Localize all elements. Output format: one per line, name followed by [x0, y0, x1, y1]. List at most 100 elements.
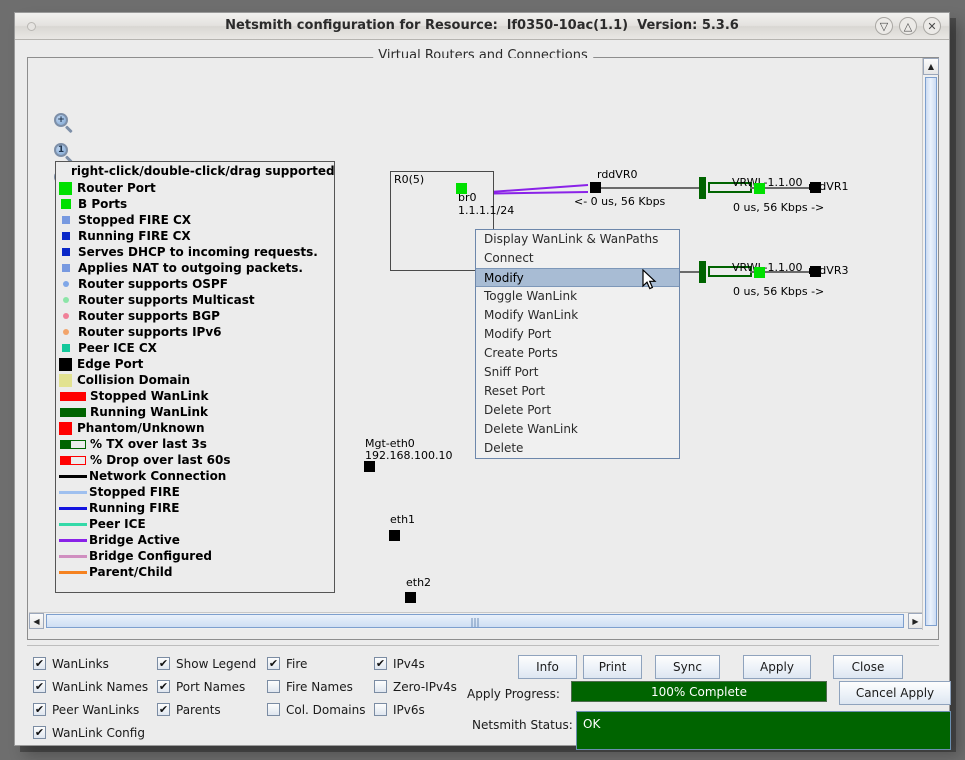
- checkbox-row[interactable]: ✔ Fire: [267, 652, 366, 675]
- cancel-apply-button[interactable]: Cancel Apply: [839, 681, 951, 705]
- context-menu-item[interactable]: Delete WanLink: [476, 420, 679, 439]
- checkbox-row[interactable]: ✔ Show Legend: [157, 652, 256, 675]
- legend-item: Network Connection: [56, 468, 334, 484]
- close-icon[interactable]: ✕: [923, 17, 941, 35]
- legend-item: Running FIRE CX: [56, 228, 334, 244]
- router-label: R0(5): [394, 173, 425, 186]
- canvas-vscrollbar[interactable]: ▲: [922, 58, 939, 630]
- checkbox-row[interactable]: ✔ Parents: [157, 698, 256, 721]
- mgt-eth0-ip-label: 192.168.100.10: [365, 449, 453, 462]
- eth2-port[interactable]: [405, 592, 416, 603]
- checkbox-fire-names[interactable]: [267, 680, 280, 693]
- legend-swatch: [61, 199, 71, 209]
- checkbox-zero-ipv4s[interactable]: [374, 680, 387, 693]
- checkbox-port-names[interactable]: ✔: [157, 680, 170, 693]
- rddvr0-port[interactable]: [590, 182, 601, 193]
- br0-port[interactable]: [456, 183, 467, 194]
- checkbox-label: WanLink Names: [52, 679, 149, 694]
- zoom-actual-icon[interactable]: 1: [54, 143, 74, 164]
- legend-item-label: Bridge Configured: [89, 549, 212, 563]
- apply-button[interactable]: Apply: [743, 655, 811, 679]
- legend-swatch: [63, 313, 69, 319]
- checkbox-wanlink-config[interactable]: ✔: [33, 726, 46, 739]
- legend-swatch: [62, 344, 70, 352]
- canvas-hscrollbar[interactable]: ◀ ▶: [29, 612, 922, 629]
- legend-item: Applies NAT to outgoing packets.: [56, 260, 334, 276]
- checkbox-row[interactable]: Col. Domains: [267, 698, 366, 721]
- netsmith-status-value: OK: [583, 717, 601, 731]
- legend-swatch: [63, 281, 69, 287]
- legend-item-label: Router supports Multicast: [78, 293, 255, 307]
- context-menu-item[interactable]: Sniff Port: [476, 363, 679, 382]
- checkbox-fire[interactable]: ✔: [267, 657, 280, 670]
- checkbox-ipv6s[interactable]: [374, 703, 387, 716]
- checkbox-row[interactable]: IPv6s: [374, 698, 457, 721]
- legend-item-label: B Ports: [78, 197, 128, 211]
- checkbox-row[interactable]: ✔ WanLink Names: [33, 675, 148, 698]
- network-canvas[interactable]: + 1 − R0(5) br0 1.1.1.1/24: [28, 58, 922, 630]
- maximize-icon[interactable]: △: [899, 17, 917, 35]
- vscroll-up-arrow[interactable]: ▲: [923, 58, 939, 75]
- wanlink-bottom-green-port[interactable]: [754, 267, 765, 278]
- legend-item: Collision Domain: [56, 372, 334, 388]
- context-menu-item[interactable]: Create Ports: [476, 344, 679, 363]
- zoom-in-icon[interactable]: +: [54, 113, 74, 134]
- minimize-icon[interactable]: ▽: [875, 17, 893, 35]
- wanlink-top-green-port[interactable]: [754, 183, 765, 194]
- legend-item-label: Parent/Child: [89, 565, 173, 579]
- hscroll-thumb[interactable]: [46, 614, 904, 628]
- checkbox-row[interactable]: ✔ WanLink Config: [33, 721, 148, 744]
- print-button[interactable]: Print: [583, 655, 642, 679]
- checkbox-ipv4s[interactable]: ✔: [374, 657, 387, 670]
- legend-item-label: Phantom/Unknown: [77, 421, 205, 435]
- legend-item-label: Stopped WanLink: [90, 389, 209, 403]
- wanlink-bar-top[interactable]: [699, 177, 706, 199]
- legend-header-label: right-click/double-click/drag supported: [71, 164, 335, 178]
- checkbox-label: IPv4s: [393, 656, 425, 671]
- context-menu-item[interactable]: Display WanLink & WanPaths: [476, 230, 679, 249]
- context-menu-item[interactable]: Delete: [476, 439, 679, 458]
- context-menu-item[interactable]: Delete Port: [476, 401, 679, 420]
- context-menu-item[interactable]: Reset Port: [476, 382, 679, 401]
- context-menu-item[interactable]: Modify Port: [476, 325, 679, 344]
- wanlink-bar-bottom[interactable]: [699, 261, 706, 283]
- checkbox-row[interactable]: Zero-IPv4s: [374, 675, 457, 698]
- legend-item: Bridge Active: [56, 532, 334, 548]
- checkbox-wanlinks[interactable]: ✔: [33, 657, 46, 670]
- checkbox-col-domains[interactable]: [267, 703, 280, 716]
- legend-item-label: Running WanLink: [90, 405, 209, 419]
- legend-item: B Ports: [56, 196, 334, 212]
- checkbox-row[interactable]: ✔ IPv4s: [374, 652, 457, 675]
- checkbox-row[interactable]: ✔ WanLinks: [33, 652, 148, 675]
- checkbox-column-2: ✔ Fire Fire Names Col. Domains: [267, 652, 366, 721]
- sync-button[interactable]: Sync: [655, 655, 720, 679]
- checkbox-row[interactable]: Fire Names: [267, 675, 366, 698]
- rddvr3-label: rddVR3: [808, 264, 849, 277]
- context-menu-item[interactable]: Modify WanLink: [476, 306, 679, 325]
- checkbox-label: Col. Domains: [286, 702, 366, 717]
- info-button[interactable]: Info: [518, 655, 577, 679]
- rddvr1-label: rddVR1: [808, 180, 849, 193]
- checkbox-row[interactable]: ✔ Port Names: [157, 675, 256, 698]
- eth1-port[interactable]: [389, 530, 400, 541]
- hscroll-right-arrow[interactable]: ▶: [908, 613, 922, 629]
- legend-item-list: Router Port B Ports Stopped FIRE CX Running…: [56, 180, 334, 580]
- checkbox-row[interactable]: ✔ Peer WanLinks: [33, 698, 148, 721]
- vscroll-thumb[interactable]: [925, 77, 937, 626]
- apply-progress-value: 100% Complete: [651, 684, 747, 699]
- checkbox-label: Port Names: [176, 679, 246, 694]
- checkbox-wanlink-names[interactable]: ✔: [33, 680, 46, 693]
- context-menu-item-list: Display WanLink & WanPaths Connect Modify T…: [476, 230, 679, 458]
- context-menu-item[interactable]: Connect: [476, 249, 679, 268]
- checkbox-parents[interactable]: ✔: [157, 703, 170, 716]
- mgt-eth0-port[interactable]: [364, 461, 375, 472]
- legend-swatch: [59, 570, 87, 574]
- rddvr0-label: rddVR0: [597, 168, 638, 181]
- checkbox-peer-wanlinks[interactable]: ✔: [33, 703, 46, 716]
- checkbox-show-legend[interactable]: ✔: [157, 657, 170, 670]
- hscroll-left-arrow[interactable]: ◀: [29, 613, 44, 629]
- checkbox-label: Show Legend: [176, 656, 257, 671]
- legend-item: % TX over last 3s: [56, 436, 334, 452]
- context-menu[interactable]: Display WanLink & WanPaths Connect Modify T…: [475, 229, 680, 459]
- close-button[interactable]: Close: [833, 655, 903, 679]
